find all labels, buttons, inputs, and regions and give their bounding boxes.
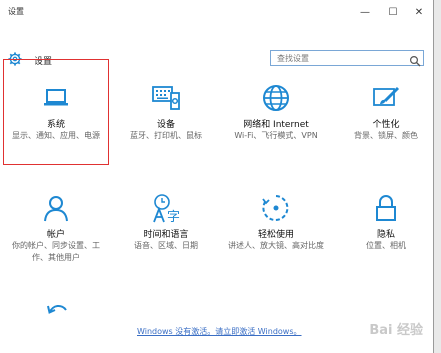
tile-description: 讲述人、放大镜、高对比度 bbox=[228, 241, 324, 250]
tile-update-security[interactable] bbox=[4, 280, 108, 320]
tile-ease-of-access[interactable]: 轻松使用 讲述人、放大镜、高对比度 bbox=[224, 170, 328, 274]
tile-description: 语音、区域、日期 bbox=[134, 241, 198, 250]
minimize-button[interactable]: — bbox=[355, 3, 375, 21]
tile-accounts[interactable]: 帐户 你的帐户、同步设置、工作、其他用户 bbox=[4, 170, 108, 274]
lock-icon bbox=[370, 192, 402, 224]
tile-description: 背景、锁屏、颜色 bbox=[354, 131, 418, 140]
update-icon bbox=[40, 298, 72, 330]
tile-name: 设备 bbox=[156, 120, 175, 130]
watermark: Bai 经验 bbox=[315, 310, 423, 346]
globe-icon bbox=[260, 82, 292, 114]
person-icon bbox=[40, 192, 72, 224]
watermark-text: Bai 经验 bbox=[369, 322, 423, 338]
tile-name: 时间和语言 bbox=[143, 230, 189, 240]
svg-text:字: 字 bbox=[167, 210, 180, 224]
tile-description: 你的帐户、同步设置、工作、其他用户 bbox=[12, 241, 100, 262]
tile-description: 显示、通知、应用、电源 bbox=[12, 131, 100, 140]
maximize-button[interactable]: ☐ bbox=[383, 3, 403, 21]
tile-name: 个性化 bbox=[372, 120, 400, 130]
tile-description: 蓝牙、打印机、鼠标 bbox=[130, 131, 202, 140]
tile-personalization[interactable]: 个性化 背景、锁屏、颜色 bbox=[334, 60, 438, 164]
tile-name: 帐户 bbox=[46, 230, 65, 240]
tile-name: 隐私 bbox=[376, 230, 395, 240]
close-button[interactable]: ✕ bbox=[409, 3, 429, 21]
tile-time-language[interactable]: 字 时间和语言 语音、区域、日期 bbox=[114, 170, 218, 274]
brush-icon bbox=[370, 82, 402, 114]
tile-description: Wi-Fi、飞行模式、VPN bbox=[234, 131, 318, 140]
tile-network[interactable]: 网络和 Internet Wi-Fi、飞行模式、VPN bbox=[224, 60, 328, 164]
ease-of-access-icon bbox=[260, 192, 292, 224]
tile-description: 位置、相机 bbox=[366, 241, 406, 250]
laptop-icon bbox=[40, 82, 72, 114]
tile-system[interactable]: 系统 显示、通知、应用、电源 bbox=[3, 59, 109, 165]
tile-name: 网络和 Internet bbox=[243, 120, 309, 130]
window-title: 设置 bbox=[8, 7, 24, 16]
time-language-icon: 字 bbox=[150, 192, 182, 225]
tile-name: 轻松使用 bbox=[257, 230, 294, 240]
scrollbar[interactable] bbox=[434, 0, 441, 353]
activation-link[interactable]: Windows 没有激活。请立即激活 Windows。 bbox=[137, 326, 302, 337]
tile-devices[interactable]: 设备 蓝牙、打印机、鼠标 bbox=[114, 60, 218, 164]
settings-header: 设置 bbox=[0, 24, 434, 67]
keyboard-icon bbox=[150, 82, 182, 114]
tile-name: 系统 bbox=[46, 120, 65, 130]
settings-window: 设置 — ☐ ✕ 设置 查找设置 系统 显示、通知、应用、电源 设备 蓝牙、打印… bbox=[0, 0, 434, 353]
title-bar: 设置 — ☐ ✕ bbox=[0, 0, 434, 24]
tile-privacy[interactable]: 隐私 位置、相机 bbox=[334, 170, 438, 274]
